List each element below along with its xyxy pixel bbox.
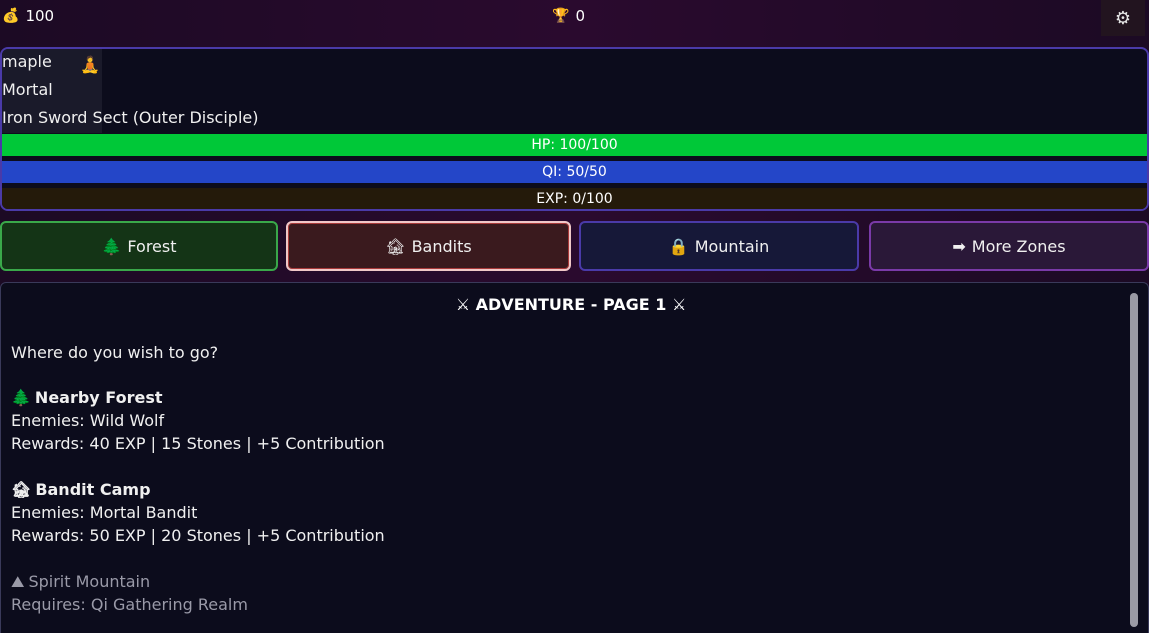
character-sect: Iron Sword Sect (Outer Disciple) — [2, 108, 259, 127]
more-zones-button[interactable]: ➡ More Zones — [869, 221, 1149, 271]
zone-entry-requires: Requires: Qi Gathering Realm — [11, 595, 248, 614]
exp-bar-label: EXP: 0/100 — [536, 191, 613, 207]
bandits-zone-button[interactable]: 🏚 Bandits — [286, 221, 571, 271]
zone-entry-name: Nearby Forest — [34, 388, 163, 407]
qi-bar-label: QI: 50/50 — [542, 164, 607, 180]
zone-entry-nearby-forest: 🌲 Nearby Forest Enemies: Wild Wolf Rewar… — [11, 386, 385, 455]
trophy-value: 0 — [575, 7, 585, 25]
spirit-stones-counter: 💰 100 — [2, 7, 54, 25]
hp-bar: HP: 100/100 — [2, 134, 1147, 156]
adventure-scrollbar[interactable] — [1130, 293, 1138, 627]
house-icon: 🏚 — [385, 236, 406, 256]
tree-icon: 🌲 — [11, 388, 31, 407]
zone-entry-enemies: Enemies: Mortal Bandit — [11, 503, 198, 522]
lock-icon: 🔒 — [668, 236, 689, 256]
tree-icon: 🌲 — [101, 236, 122, 256]
qi-bar: QI: 50/50 — [2, 161, 1147, 183]
mountain-zone-label: Mountain — [694, 236, 770, 256]
spirit-stones-value: 100 — [25, 7, 55, 25]
hp-bar-label: HP: 100/100 — [531, 137, 618, 153]
house-icon: 🏚 — [11, 480, 32, 499]
more-zones-label: More Zones — [971, 236, 1066, 256]
mountain-zone-button[interactable]: 🔒 Mountain — [579, 221, 859, 271]
character-panel: maple 🧘 Mortal Iron Sword Sect (Outer Di… — [0, 47, 1149, 211]
adventure-title-text: ADVENTURE - PAGE 1 — [475, 295, 667, 314]
top-bar: 💰 100 🏆 0 ⚙ — [0, 0, 1149, 36]
bandits-zone-label: Bandits — [411, 236, 472, 256]
crossed-swords-icon: ⚔ — [455, 295, 471, 314]
gear-icon: ⚙ — [1114, 7, 1132, 29]
forest-zone-label: Forest — [127, 236, 177, 256]
adventure-prompt: Where do you wish to go? — [11, 343, 219, 362]
adventure-panel: ⚔ ADVENTURE - PAGE 1 ⚔ Where do you wish… — [0, 282, 1149, 633]
zone-entry-bandit-camp: 🏚 Bandit Camp Enemies: Mortal Bandit Rew… — [11, 478, 385, 547]
trophy-counter: 🏆 0 — [552, 7, 585, 25]
adventure-title: ⚔ ADVENTURE - PAGE 1 ⚔ — [1, 295, 1141, 314]
zone-entry-name: Bandit Camp — [35, 480, 151, 499]
money-bag-icon: 💰 — [2, 8, 20, 24]
zone-entry-name: Spirit Mountain — [28, 572, 151, 591]
zone-entry-enemies: Enemies: Wild Wolf — [11, 411, 165, 430]
forest-zone-button[interactable]: 🌲 Forest — [0, 221, 278, 271]
settings-button[interactable]: ⚙ — [1101, 0, 1145, 36]
zone-entry-spirit-mountain: ⛰ Spirit Mountain Requires: Qi Gathering… — [11, 570, 248, 616]
character-name: maple — [2, 52, 52, 71]
meditating-person-icon: 🧘 — [80, 55, 100, 74]
arrow-right-icon: ➡ — [952, 236, 966, 256]
mountain-icon: ⛰ — [11, 571, 25, 591]
character-realm: Mortal — [2, 80, 53, 99]
game-screen: 💰 100 🏆 0 ⚙ maple 🧘 Mortal Iron Sword Se… — [0, 0, 1149, 633]
exp-bar: EXP: 0/100 — [2, 188, 1147, 209]
zone-entry-rewards: Rewards: 40 EXP | 15 Stones | +5 Contrib… — [11, 434, 385, 453]
scrollbar-thumb[interactable] — [1130, 293, 1138, 627]
zone-entry-rewards: Rewards: 50 EXP | 20 Stones | +5 Contrib… — [11, 526, 385, 545]
trophy-icon: 🏆 — [552, 8, 570, 24]
crossed-swords-icon: ⚔ — [671, 295, 687, 314]
